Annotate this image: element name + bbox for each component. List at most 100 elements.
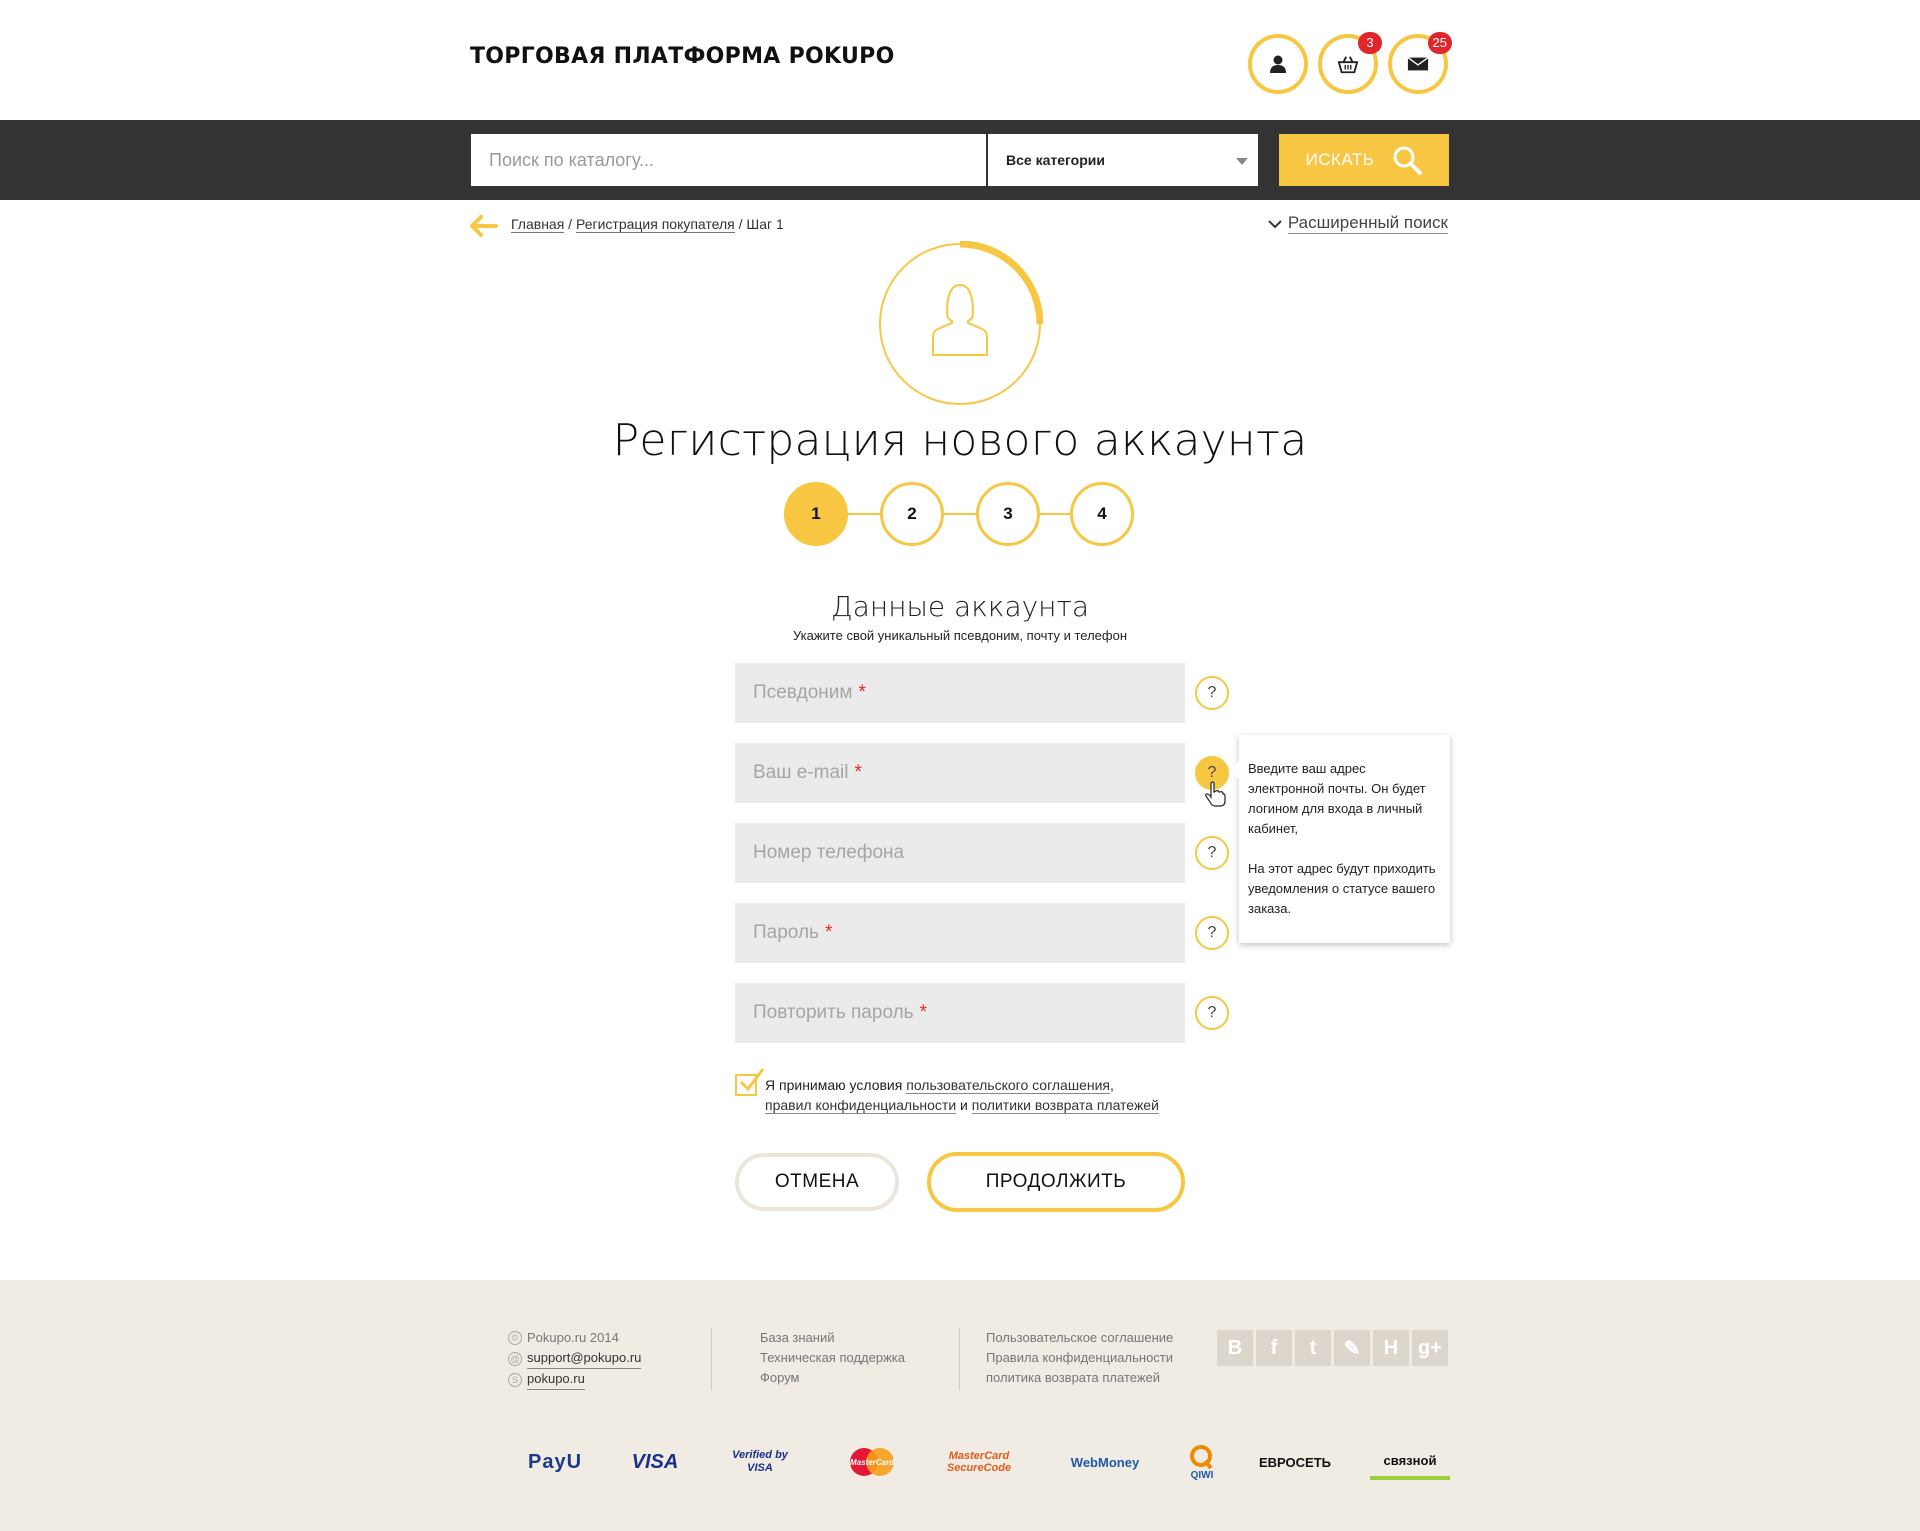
- copyright-icon: ©: [508, 1331, 522, 1345]
- required-mark: *: [919, 1002, 927, 1023]
- checkmark-icon: [739, 1068, 765, 1092]
- email-field[interactable]: Ваш e-mail *: [735, 743, 1185, 803]
- hand-cursor-icon: [1205, 781, 1226, 807]
- footer-copyright: Pokupo.ru 2014: [527, 1330, 619, 1345]
- advanced-search-link[interactable]: Расширенный поиск: [1268, 213, 1448, 234]
- footer-link-privacy[interactable]: Правила конфиденциальности: [986, 1348, 1173, 1368]
- livejournal-icon[interactable]: ✎: [1334, 1330, 1370, 1366]
- category-select[interactable]: Все категории: [988, 134, 1258, 186]
- breadcrumb-separator: /: [734, 216, 747, 232]
- required-mark: *: [854, 762, 862, 783]
- search-icon: [1393, 146, 1423, 175]
- breadcrumb-registration-link[interactable]: Регистрация покупателя: [575, 216, 735, 233]
- messages-button[interactable]: 25: [1388, 32, 1452, 94]
- profile-button[interactable]: [1248, 34, 1308, 94]
- search-bar: Поиск по каталогу... Все категории ИСКАТ…: [0, 120, 1920, 200]
- verified-by-visa-logo: Verified by VISA: [732, 1449, 788, 1474]
- footer-help-links: База знаний Техническая поддержка Форум: [760, 1328, 905, 1388]
- agree-prefix: Я принимаю условия: [765, 1077, 907, 1093]
- advanced-search-label: Расширенный поиск: [1287, 213, 1448, 234]
- agree-and: и: [956, 1097, 972, 1113]
- svyaznoy-logo: связной: [1370, 1444, 1450, 1480]
- password-placeholder: Пароль: [753, 922, 819, 943]
- footer-link-knowledge-base[interactable]: База знаний: [760, 1328, 905, 1348]
- vk-icon[interactable]: В: [1217, 1330, 1253, 1366]
- user-agreement-link[interactable]: пользовательского соглашения: [906, 1077, 1110, 1094]
- site-logo[interactable]: ТОРГОВАЯ ПЛАТФОРМА POKUPO: [470, 44, 895, 69]
- step-3: 3: [976, 482, 1040, 546]
- phone-field[interactable]: Номер телефона: [735, 823, 1185, 883]
- section-title: Данные аккаунта: [830, 590, 1090, 623]
- footer-email-link[interactable]: support@pokupo.ru: [527, 1348, 642, 1369]
- site-header: ТОРГОВАЯ ПЛАТФОРМА POKUPO 3 25: [0, 0, 1920, 120]
- required-mark: *: [824, 922, 833, 943]
- email-help-tooltip: Введите ваш адрес электронной почты. Он …: [1230, 735, 1450, 943]
- repeat-password-field[interactable]: Повторить пароль *: [735, 983, 1185, 1043]
- google-plus-icon[interactable]: g+: [1412, 1330, 1448, 1366]
- continue-button[interactable]: ПРОДОЛЖИТЬ: [927, 1152, 1185, 1212]
- at-icon: @: [508, 1351, 522, 1366]
- mastercard-logo: MasterCard: [845, 1432, 899, 1492]
- tooltip-text: Введите ваш адрес электронной почты. Он …: [1248, 761, 1426, 836]
- footer-contacts: © Pokupo.ru 2014 @ support@pokupo.ru Spoku…: [508, 1328, 642, 1390]
- email-placeholder: Ваш e-mail: [753, 762, 849, 783]
- dropdown-arrow-icon: [1236, 158, 1248, 165]
- chevron-down-icon: [1268, 219, 1282, 228]
- footer-link-refund[interactable]: политика возврата платежей: [986, 1368, 1173, 1388]
- tooltip-text: На этот адрес будут приходить уведомлени…: [1248, 861, 1436, 916]
- step-connector: [846, 513, 880, 515]
- nickname-placeholder: Псевдоним: [753, 682, 853, 703]
- step-1: 1: [784, 482, 848, 546]
- phone-help-icon[interactable]: ?: [1195, 836, 1229, 870]
- phone-placeholder: Номер телефона: [753, 842, 905, 863]
- back-arrow-icon[interactable]: [468, 214, 498, 238]
- agree-checkbox[interactable]: [735, 1068, 765, 1096]
- messages-count-badge: 25: [1427, 32, 1452, 54]
- step-connector: [942, 513, 976, 515]
- footer-link-forum[interactable]: Форум: [760, 1368, 905, 1388]
- euroset-logo: ЕВРОСЕТЬ: [1258, 1454, 1331, 1470]
- search-input[interactable]: Поиск по каталогу...: [471, 134, 986, 186]
- cart-button[interactable]: 3: [1318, 32, 1382, 94]
- basket-icon: [1337, 56, 1359, 74]
- breadcrumb-current: Шаг 1: [746, 216, 784, 232]
- facebook-icon[interactable]: f: [1256, 1330, 1292, 1366]
- required-mark: *: [858, 682, 866, 703]
- nickname-field[interactable]: Псевдоним *: [735, 663, 1185, 723]
- breadcrumb-separator: /: [564, 216, 576, 232]
- footer-skype-link[interactable]: pokupo.ru: [527, 1369, 585, 1390]
- agree-text: Я принимаю условия пользовательского сог…: [765, 1075, 1159, 1115]
- nickname-help-icon[interactable]: ?: [1195, 676, 1229, 710]
- payu-logo: PayU: [527, 1450, 583, 1473]
- qiwi-label: QIWI: [1190, 1469, 1214, 1481]
- step-2: 2: [880, 482, 944, 546]
- breadcrumb-home-link[interactable]: Главная: [511, 216, 565, 233]
- mastercard-securecode-logo: MasterCard SecureCode: [946, 1450, 1012, 1474]
- search-button[interactable]: ИСКАТЬ: [1279, 134, 1449, 186]
- user-icon: [1270, 55, 1286, 73]
- visa-logo: VISA: [631, 1450, 679, 1473]
- privacy-policy-link[interactable]: правил конфиденциальности: [765, 1097, 957, 1114]
- step-connector: [1038, 513, 1070, 515]
- repeat-password-help-icon[interactable]: ?: [1195, 996, 1229, 1030]
- site-footer: © Pokupo.ru 2014 @ support@pokupo.ru Spoku…: [0, 1280, 1920, 1531]
- category-select-value: Все категории: [1006, 152, 1105, 168]
- agree-comma: ,: [1110, 1077, 1114, 1093]
- section-hint: Укажите свой уникальный псевдоним, почту…: [792, 628, 1128, 643]
- password-help-icon[interactable]: ?: [1195, 916, 1229, 950]
- step-4: 4: [1070, 482, 1134, 546]
- footer-legal-links: Пользовательское соглашение Правила конф…: [986, 1328, 1173, 1388]
- cancel-button[interactable]: ОТМЕНА: [735, 1153, 899, 1211]
- cart-count-badge: 3: [1358, 32, 1382, 54]
- footer-link-support[interactable]: Техническая поддержка: [760, 1348, 905, 1368]
- page-title: Регистрация нового аккаунта: [612, 415, 1308, 466]
- footer-link-agreement[interactable]: Пользовательское соглашение: [986, 1328, 1173, 1348]
- habr-icon[interactable]: H: [1373, 1330, 1409, 1366]
- twitter-icon[interactable]: t: [1295, 1330, 1331, 1366]
- skype-icon: S: [508, 1372, 522, 1387]
- mastercard-label: MasterCard: [850, 1458, 895, 1467]
- password-field[interactable]: Пароль *: [735, 903, 1185, 963]
- qiwi-logo: QIWI: [1182, 1432, 1222, 1492]
- search-button-label: ИСКАТЬ: [1305, 150, 1375, 169]
- refund-policy-link[interactable]: политики возврата платежей: [971, 1097, 1159, 1114]
